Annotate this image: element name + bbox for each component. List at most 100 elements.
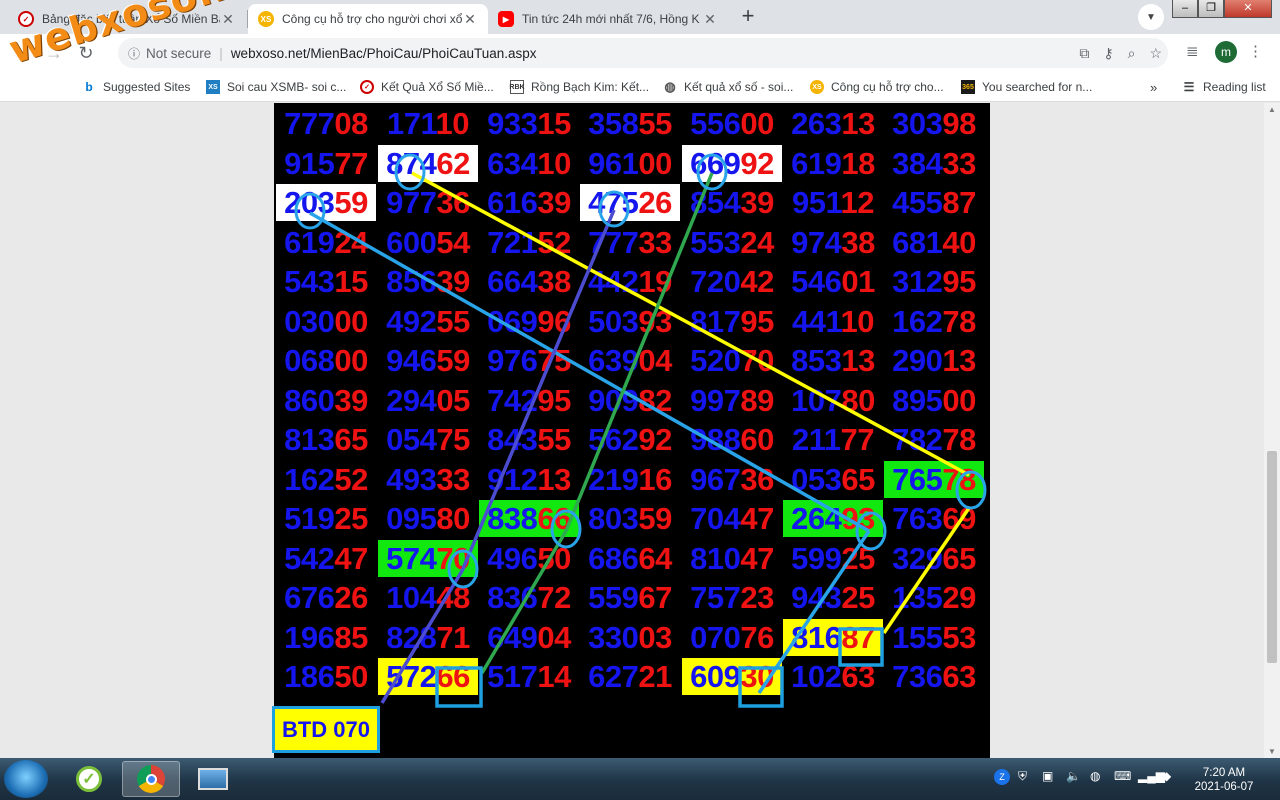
signal-icon[interactable]: ▂▄▆ [1138, 769, 1165, 783]
board-cell: 85439 [690, 185, 774, 220]
btd-label-box: BTD 070 [272, 706, 380, 753]
url-text[interactable]: webxoso.net/MienBac/PhoiCau/PhoiCauTuan.… [231, 46, 537, 61]
bookmark-rong-bach-kim[interactable]: RBK Rồng Bạch Kim: Kết... [509, 78, 650, 96]
app-icon: ✓ [76, 766, 102, 792]
board-cell: 85639 [386, 264, 470, 299]
board-cell: 86039 [284, 382, 368, 418]
bookmark-ket-qua-soi[interactable]: ◍ Kết quả xổ số - soi... [663, 78, 793, 96]
chrome-menu-down-icon[interactable]: ▼ [1138, 4, 1164, 30]
bookmark-label: You searched for n... [982, 80, 1093, 94]
board-cell: 60054 [386, 224, 470, 260]
board-cell: 26493 [783, 500, 883, 537]
minimize-button[interactable]: – [1172, 0, 1198, 18]
scroll-down-icon[interactable]: ▼ [1264, 747, 1280, 756]
bookmark-ket-qua-xo-so[interactable]: ✓ Kết Quả Xổ Số Miề... [360, 78, 494, 96]
board-cell: 54601 [791, 264, 875, 299]
board-cell: 89500 [892, 382, 976, 418]
reading-list-button[interactable]: ☰ Reading list [1182, 78, 1266, 96]
system-clock[interactable]: 7:20 AM 2021-06-07 [1188, 766, 1260, 794]
windows-taskbar: ✓ Z ⛨ ▣ 🔈 ◍ ⌨ ▂▄▆ ◆ 7:20 AM 2021-06-07 [0, 758, 1280, 800]
board-cell: 98860 [690, 422, 774, 457]
board-row: 54315 85639 66438 44219 72042 54601 31295 [274, 263, 990, 303]
bing-icon: b [85, 80, 93, 94]
zoom-icon[interactable]: ⌕ [1128, 45, 1136, 62]
omnibox-actions: ⧉ ⚷ ⌕ ☆ [1079, 38, 1162, 68]
maximize-button[interactable]: ❐ [1198, 0, 1224, 18]
taskbar-app-ketqua[interactable]: ✓ [60, 761, 118, 797]
zalo-icon[interactable]: Z [994, 769, 1010, 785]
board-cell: 55600 [690, 106, 774, 141]
photo-viewer-icon [198, 768, 228, 790]
board-cell: 55967 [588, 580, 672, 615]
board-cell: 13529 [892, 580, 976, 615]
bookmark-soi-cau-xsmb[interactable]: XS Soi cau XSMB- soi c... [206, 78, 346, 96]
scrollbar-thumb[interactable] [1267, 451, 1277, 663]
board-row: 67626 10448 83672 55967 75723 94325 13529 [274, 579, 990, 619]
new-tab-button[interactable]: + [734, 5, 762, 29]
bookmarks-bar: b Suggested Sites XS Soi cau XSMB- soi c… [0, 72, 1280, 102]
window-close-button[interactable]: ✕ [1224, 0, 1272, 18]
board-cell: 99789 [690, 382, 774, 418]
page-content: 77708 17110 93315 35855 55600 26313 30398 91577… [0, 103, 1264, 758]
globe-icon: ◍ [664, 79, 676, 94]
star-icon[interactable]: ☆ [1149, 45, 1162, 62]
reading-list-icon: ☰ [1183, 80, 1195, 94]
bookmark-suggested-sites[interactable]: b Suggested Sites [82, 78, 190, 96]
board-cell: 26313 [791, 106, 875, 141]
ketqua-icon: ✓ [360, 80, 374, 94]
menu-icon[interactable]: ⋮ [1248, 42, 1263, 60]
board-row: 19685 82871 64904 33003 07076 81687 15553 [274, 618, 990, 659]
profile-avatar[interactable]: m [1215, 41, 1237, 63]
board-cell: 66438 [487, 264, 571, 299]
board-cell: 21916 [588, 461, 672, 497]
bookmark-cong-cu[interactable]: XS Công cụ hỗ trợ cho... [810, 78, 944, 96]
network-globe-icon[interactable]: ◍ [1090, 769, 1100, 783]
board-cell: 47526 [580, 184, 680, 221]
device-icon[interactable]: ▣ [1042, 769, 1053, 783]
shield-icon[interactable]: ⛨ [1018, 769, 1027, 784]
bookmark-label: Kết Quả Xổ Số Miề... [381, 80, 494, 94]
bookmarks-overflow-icon[interactable]: » [1150, 78, 1157, 96]
board-cell: 77708 [284, 106, 368, 141]
board-row: 20359 97736 61639 47526 85439 95112 45587 [274, 184, 990, 224]
bookmark-label: Rồng Bạch Kim: Kết... [531, 80, 650, 94]
board-cell: 29013 [892, 343, 976, 378]
keyboard-icon[interactable]: ⌨ [1114, 769, 1131, 783]
taskbar-app-photos[interactable] [184, 761, 242, 797]
board-cell: 05475 [386, 422, 470, 457]
cast-icon[interactable]: ⧉ [1079, 45, 1089, 62]
board-cell: 81795 [690, 303, 774, 339]
board-cell: 97675 [487, 343, 571, 378]
info-icon[interactable]: ⓘ [128, 45, 140, 62]
board-cell: 06800 [284, 343, 368, 378]
close-icon[interactable]: ✕ [702, 11, 718, 28]
browser-toolbar: ← → ↻ ⓘ Not secure | webxoso.net/MienBac… [0, 34, 1280, 72]
xs-icon: XS [810, 80, 824, 94]
tab-cong-cu[interactable]: XS Công cụ hỗ trợ cho người chơi xổ số ✕ [248, 4, 488, 34]
board-cell: 05365 [791, 461, 875, 497]
board-row: 54247 57470 49650 68664 81047 59925 32965 [274, 539, 990, 580]
bookmark-label: Suggested Sites [103, 80, 191, 94]
update-icon[interactable]: ◆ [1162, 769, 1171, 783]
scroll-up-icon[interactable]: ▲ [1264, 105, 1280, 114]
close-icon[interactable]: ✕ [220, 11, 236, 28]
media-control-icon[interactable]: ≣ [1186, 42, 1199, 60]
tab-tin-tuc[interactable]: ▶ Tin tức 24h mới nhất 7/6, Hồng K ✕ [488, 4, 728, 34]
start-button[interactable] [4, 760, 48, 798]
board-cell: 61924 [284, 224, 368, 260]
address-bar[interactable]: ⓘ Not secure | webxoso.net/MienBac/PhoiC… [118, 38, 1168, 68]
board-cell: 80359 [588, 501, 672, 536]
board-cell: 78278 [892, 422, 976, 457]
volume-icon[interactable]: 🔈 [1066, 769, 1081, 783]
board-row: 03000 49255 06996 50393 81795 44110 16278 [274, 303, 990, 343]
board-row: 91577 87462 63410 96100 66992 61918 38433 [274, 144, 990, 185]
taskbar-app-chrome[interactable] [122, 761, 180, 797]
bookmark-you-searched[interactable]: 365 You searched for n... [961, 78, 1092, 96]
key-icon[interactable]: ⚷ [1103, 45, 1113, 62]
separator: | [219, 45, 223, 61]
board-cell: 82871 [386, 619, 470, 655]
page-scrollbar[interactable]: ▲ ▼ [1264, 103, 1280, 758]
board-cell: 67626 [284, 580, 368, 615]
board-cell: 10263 [791, 659, 875, 694]
close-icon[interactable]: ✕ [462, 11, 478, 28]
